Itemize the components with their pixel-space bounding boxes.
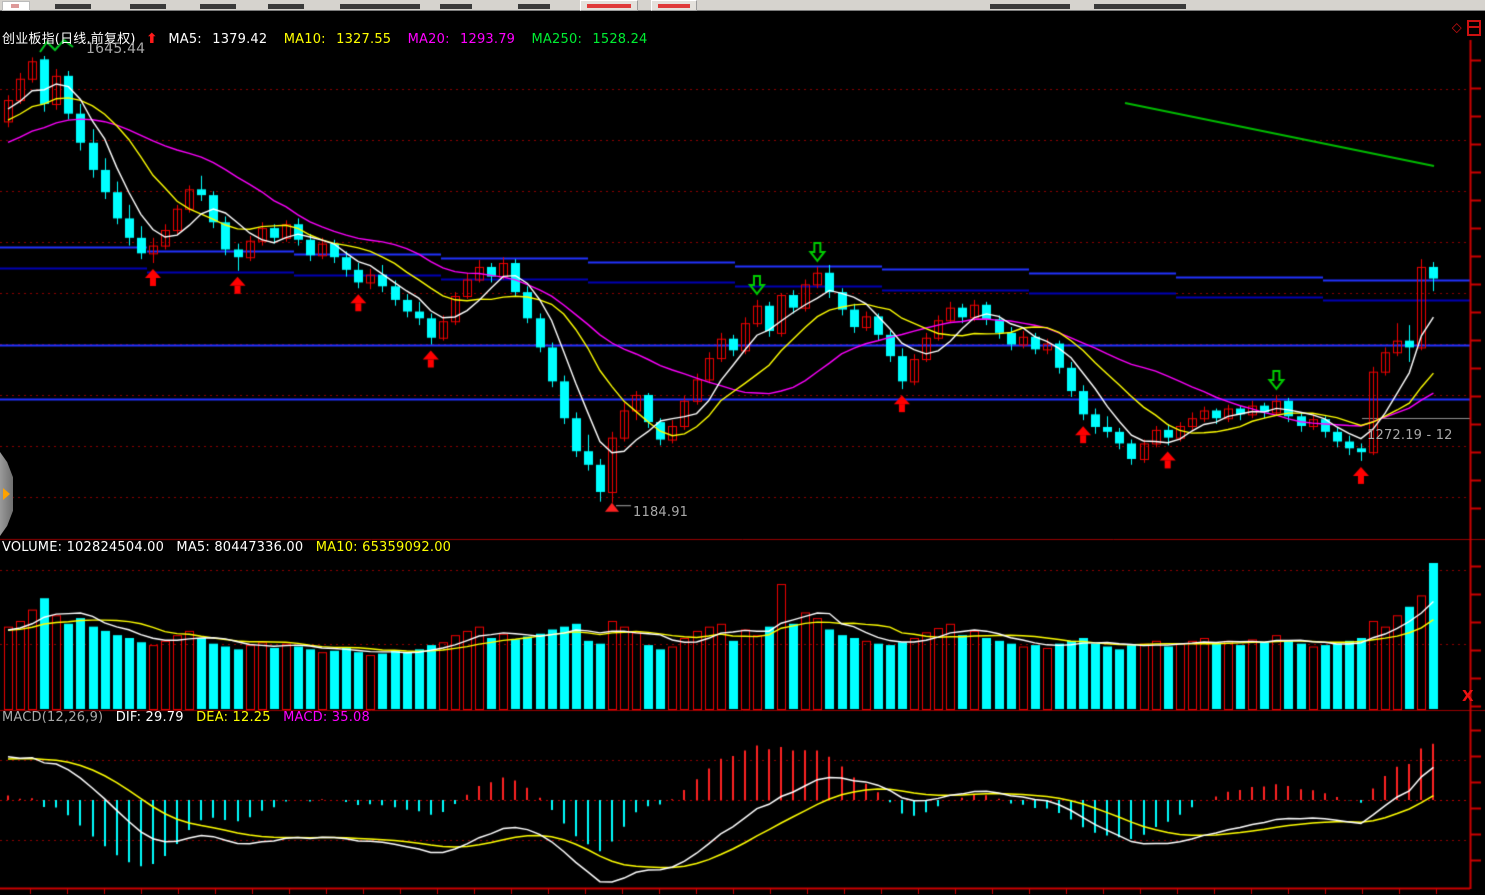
ma250-label: MA250: bbox=[532, 32, 583, 47]
menu-item[interactable] bbox=[200, 4, 236, 9]
dif-value: 29.79 bbox=[146, 710, 184, 725]
ma20-label: MA20: bbox=[408, 32, 450, 47]
trading-app-window: 创业板指(日线.前复权) ⬆ MA5: 1379.42 MA10: 1327.5… bbox=[0, 0, 1485, 895]
ma10-value: 1327.55 bbox=[336, 32, 391, 47]
alert-line-label: 1272.19 - 12 bbox=[1367, 428, 1453, 443]
buy-signal-icon: ⬆ bbox=[146, 31, 158, 47]
close-indicator-icon[interactable]: X bbox=[1462, 687, 1474, 705]
menu-item[interactable] bbox=[990, 4, 1070, 9]
menu-item[interactable] bbox=[268, 4, 304, 9]
high-price-label: 1645.44 bbox=[86, 41, 145, 57]
menu-bar[interactable] bbox=[0, 0, 1485, 11]
window-icon[interactable] bbox=[1467, 20, 1481, 36]
dea-value: 12.25 bbox=[233, 710, 271, 725]
expand-arrow-icon bbox=[3, 488, 10, 500]
chart-corner-tools: ◇ bbox=[1452, 20, 1481, 36]
menu-item[interactable] bbox=[340, 4, 420, 9]
menu-item[interactable] bbox=[130, 4, 166, 9]
dif-label: DIF: bbox=[116, 710, 142, 725]
ma5-label: MA5: bbox=[168, 32, 202, 47]
ma20-value: 1293.79 bbox=[460, 32, 515, 47]
vol-ma5-value: 80447336.00 bbox=[214, 540, 303, 555]
macd-header: MACD(12,26,9) DIF: 29.79 DEA: 12.25 MACD… bbox=[2, 710, 370, 725]
vol-ma10-label: MA10: bbox=[316, 540, 358, 555]
volume-header: VOLUME: 102824504.00 MA5: 80447336.00 MA… bbox=[2, 540, 451, 555]
menu-item[interactable] bbox=[440, 4, 472, 9]
diamond-icon[interactable]: ◇ bbox=[1452, 21, 1462, 36]
kline-chart-canvas[interactable] bbox=[0, 0, 1485, 895]
low-price-label: 1184.91 bbox=[633, 505, 688, 520]
macd-value: 35.08 bbox=[332, 710, 370, 725]
toolbar-button[interactable] bbox=[651, 0, 697, 11]
app-icon bbox=[2, 1, 30, 11]
macd-title: MACD(12,26,9) bbox=[2, 710, 103, 725]
macd-label: MACD: bbox=[283, 710, 327, 725]
dea-label: DEA: bbox=[196, 710, 228, 725]
toolbar-button[interactable] bbox=[580, 0, 638, 11]
vol-ma10-value: 65359092.00 bbox=[362, 540, 451, 555]
volume-value: 102824504.00 bbox=[67, 540, 165, 555]
menu-item[interactable] bbox=[1094, 4, 1186, 9]
menu-item[interactable] bbox=[55, 4, 91, 9]
vol-ma5-label: MA5: bbox=[176, 540, 210, 555]
ma250-value: 1528.24 bbox=[592, 32, 647, 47]
ma5-value: 1379.42 bbox=[212, 32, 267, 47]
menu-item[interactable] bbox=[518, 4, 550, 9]
ma10-label: MA10: bbox=[284, 32, 326, 47]
volume-label: VOLUME: bbox=[2, 540, 62, 555]
